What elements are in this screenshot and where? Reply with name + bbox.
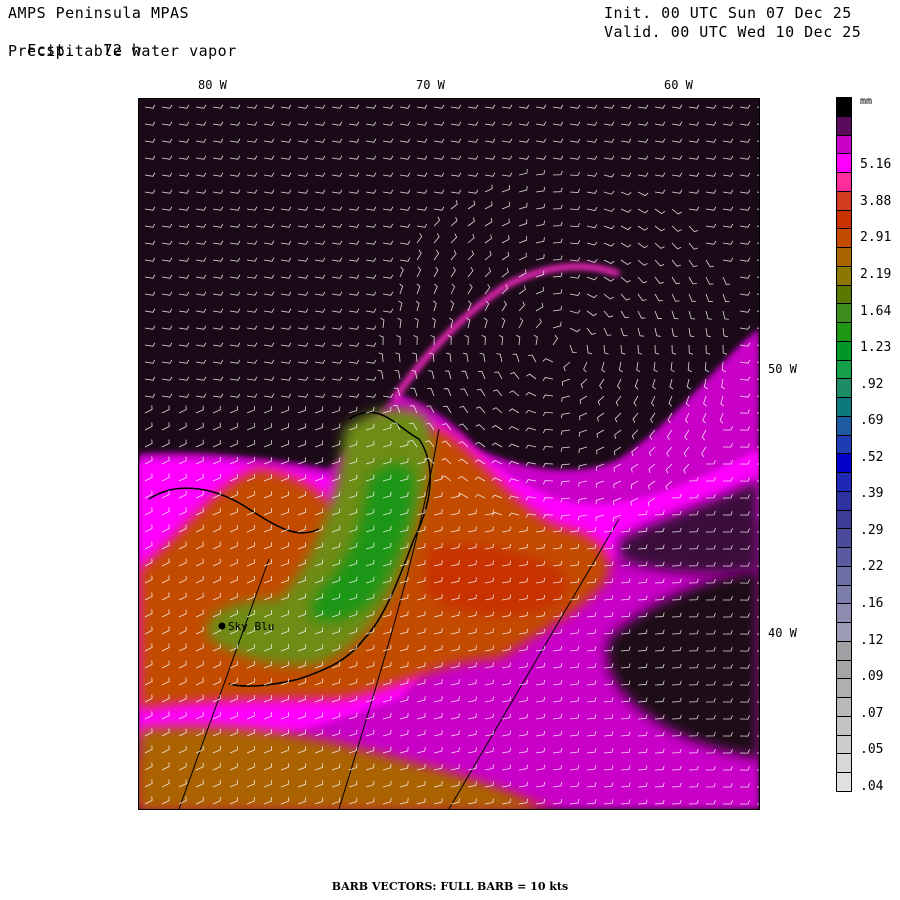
legend-swatch [836, 415, 852, 435]
legend-label: .29 [860, 522, 884, 538]
side-label-40w: 40 W [768, 626, 797, 640]
legend-label: 2.19 [860, 266, 892, 282]
legend-swatch [836, 772, 852, 792]
legend-swatch [836, 303, 852, 322]
legend-label: .07 [860, 705, 884, 721]
legend-label: .52 [860, 449, 884, 465]
legend-swatch [836, 622, 852, 641]
legend-swatch [836, 490, 852, 510]
pwv-map: Sky Blu [138, 98, 760, 810]
legend-swatch [836, 228, 852, 247]
longitude-label-80w: 80 W [198, 78, 227, 92]
legend-swatch [836, 153, 852, 172]
legend-swatch [836, 359, 852, 379]
longitude-label-70w: 70 W [416, 78, 445, 92]
legend-swatch [836, 528, 852, 547]
legend-label: .69 [860, 413, 884, 429]
legend-swatch [836, 584, 852, 604]
legend-swatch [836, 734, 852, 754]
legend-label: .39 [860, 486, 884, 502]
legend-swatch [836, 378, 852, 397]
legend-swatch [836, 97, 852, 116]
legend-label: .05 [860, 742, 884, 758]
legend-swatch [836, 603, 852, 622]
field-name: Precipitable water vapor [8, 42, 237, 60]
legend-swatch [836, 509, 852, 529]
side-label-50w: 50 W [768, 362, 797, 376]
legend-label: 1.23 [860, 340, 892, 356]
legend-label: .04 [860, 778, 884, 794]
legend-swatch [836, 753, 852, 772]
legend-swatch [836, 697, 852, 716]
legend-swatch [836, 247, 852, 266]
legend-swatch [836, 434, 852, 454]
legend-swatch [836, 565, 852, 585]
legend-label: .12 [860, 632, 884, 648]
legend-swatch [836, 472, 852, 491]
legend-unit: mm [860, 96, 873, 107]
map-canvas: Sky Blu [139, 99, 759, 809]
legend-label: 5.16 [860, 157, 892, 173]
legend-swatch [836, 547, 852, 566]
valid-time: Valid. 00 UTC Wed 10 Dec 25 [604, 23, 862, 41]
model-title: AMPS Peninsula MPAS [8, 4, 190, 22]
legend-swatch [836, 659, 852, 679]
legend-label: .92 [860, 376, 884, 392]
barb-note: BARB VECTORS: FULL BARB = 10 kts [331, 880, 569, 893]
legend-swatch [836, 453, 852, 472]
legend-swatch [836, 715, 852, 735]
legend-swatch [836, 640, 852, 660]
station-label: Sky Blu [228, 620, 274, 633]
legend-swatch [836, 340, 852, 360]
legend-swatch [836, 115, 852, 135]
legend-swatch [836, 284, 852, 304]
legend-label: .16 [860, 596, 884, 611]
legend-swatch [836, 209, 852, 229]
legend-swatch [836, 397, 852, 416]
legend-label: .09 [860, 669, 884, 685]
longitude-label-60w: 60 W [664, 78, 693, 92]
init-time: Init. 00 UTC Sun 07 Dec 25 [604, 4, 852, 22]
legend-swatch [836, 172, 852, 191]
legend-label: 2.91 [860, 230, 892, 246]
legend-label: .22 [860, 559, 884, 575]
legend-swatch [836, 134, 852, 154]
station-marker [218, 622, 226, 630]
legend-swatch [836, 190, 852, 210]
legend-label: 3.88 [860, 193, 892, 209]
legend-swatch [836, 265, 852, 285]
legend-swatch [836, 678, 852, 697]
legend-swatch [836, 322, 852, 341]
color-legend [836, 97, 852, 792]
legend-label: 1.64 [860, 303, 892, 319]
